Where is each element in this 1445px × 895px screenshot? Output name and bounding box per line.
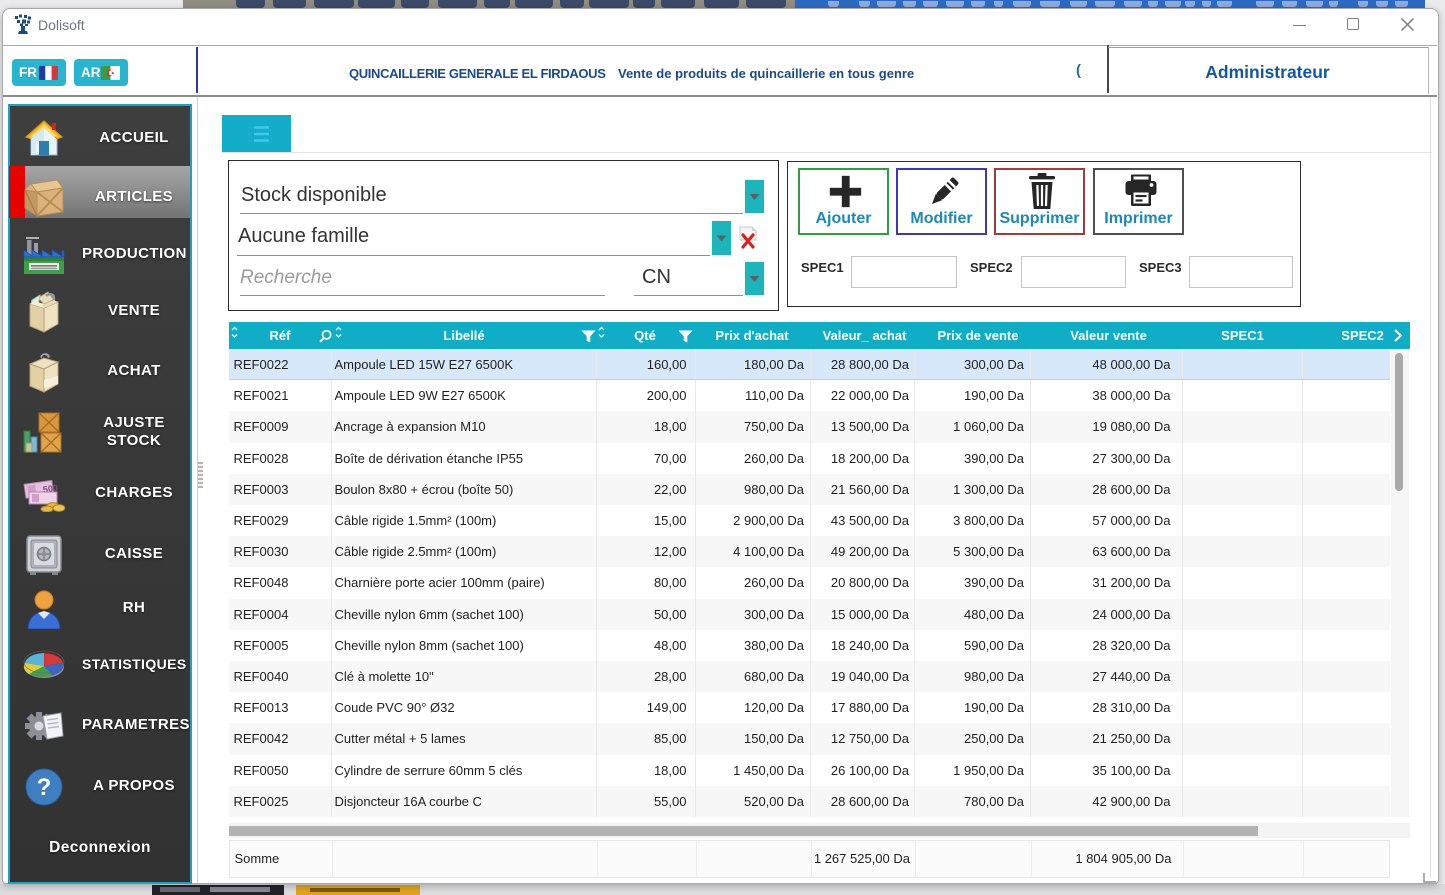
svg-text:?: ? [37,774,52,801]
